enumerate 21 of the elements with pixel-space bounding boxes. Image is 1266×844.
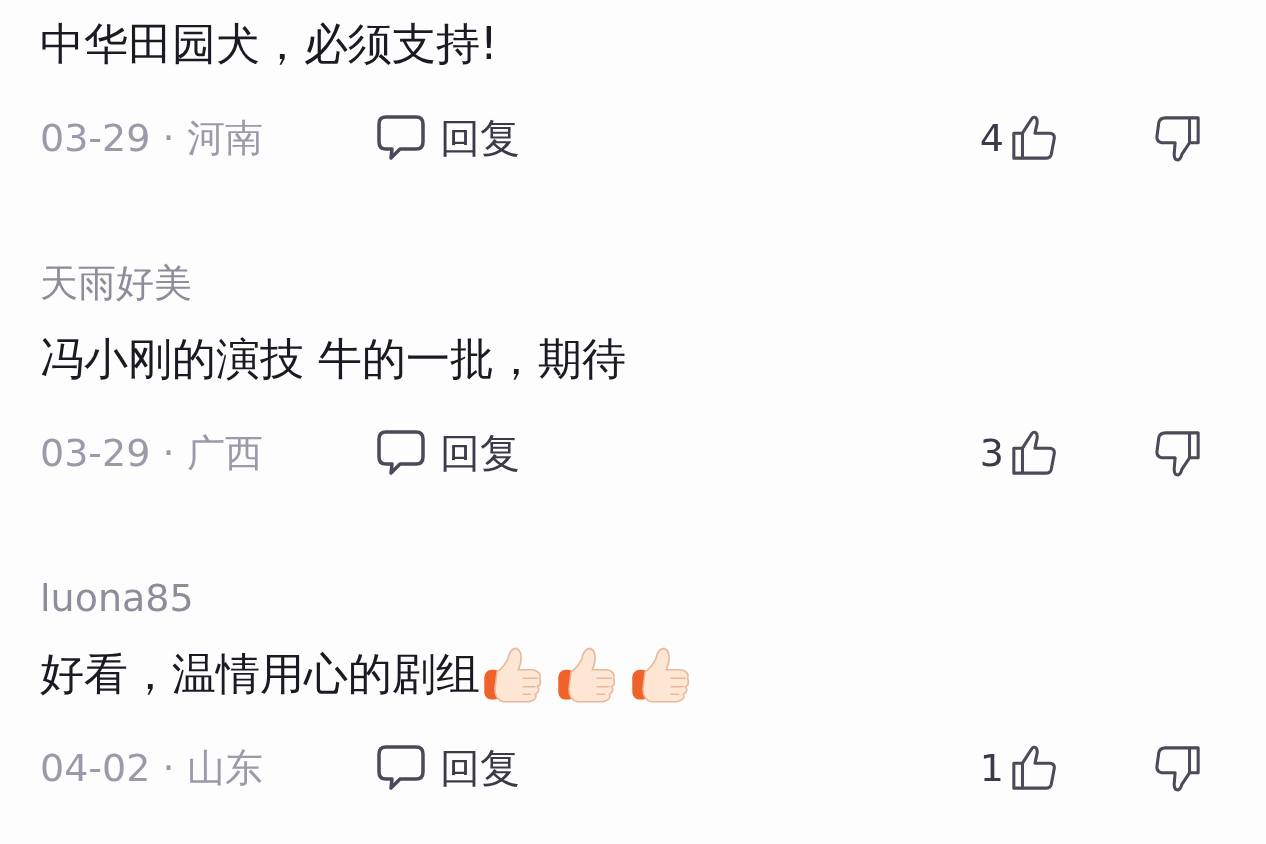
reply-button[interactable]: 回复 bbox=[376, 425, 520, 481]
date-location: 03-29 · 河南 bbox=[40, 114, 264, 162]
date-location: 03-29 · 广西 bbox=[40, 429, 264, 477]
thumbs-down-icon[interactable] bbox=[1154, 429, 1202, 477]
reply-button[interactable]: 回复 bbox=[376, 740, 520, 796]
speech-bubble-icon bbox=[376, 113, 426, 163]
thumbs-down-icon[interactable] bbox=[1154, 744, 1202, 792]
speech-bubble-icon bbox=[376, 743, 426, 793]
like-count: 4 bbox=[979, 116, 1004, 160]
thumbs-up-icon[interactable] bbox=[1010, 114, 1058, 162]
reply-button[interactable]: 回复 bbox=[376, 110, 520, 166]
like-count: 3 bbox=[979, 431, 1004, 475]
speech-bubble-icon bbox=[376, 428, 426, 478]
date-location: 04-02 · 山东 bbox=[40, 744, 264, 792]
thumbs-up-icon[interactable] bbox=[1010, 744, 1058, 792]
comment-text: 中华田园犬，必须支持! bbox=[40, 17, 498, 71]
comment-text: 冯小刚的演技 牛的一批，期待 bbox=[40, 332, 626, 386]
comment-text: 好看，温情用心的剧组 bbox=[40, 647, 480, 701]
like-count: 1 bbox=[979, 746, 1004, 790]
thumbs-up-icon[interactable] bbox=[1010, 429, 1058, 477]
thumbs-down-icon[interactable] bbox=[1154, 114, 1202, 162]
